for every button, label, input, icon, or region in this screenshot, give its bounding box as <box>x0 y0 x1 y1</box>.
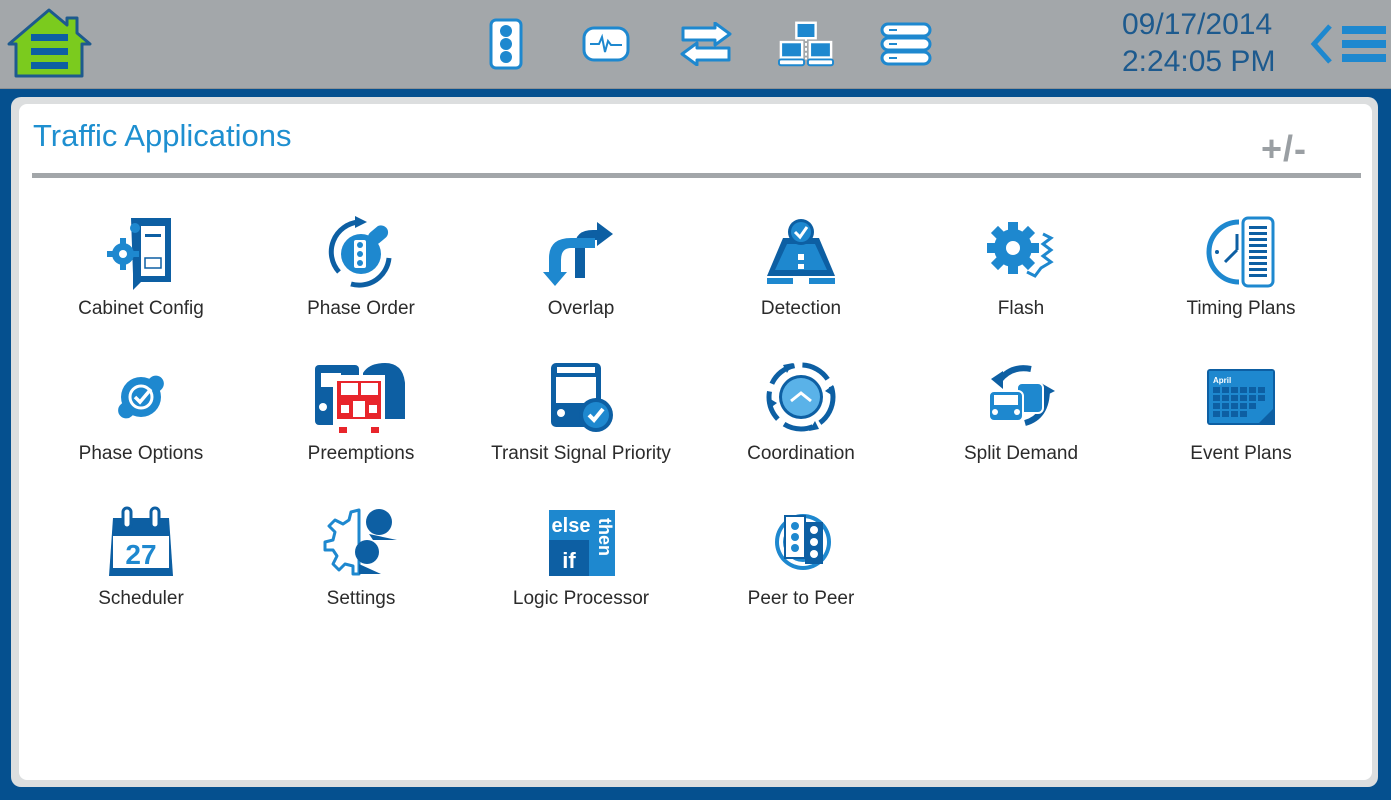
phase-options-icon <box>118 375 164 419</box>
nav-server-button[interactable] <box>878 16 934 72</box>
menu-button[interactable] <box>1342 24 1386 64</box>
network-icon <box>778 21 834 67</box>
app-label: Settings <box>326 588 396 609</box>
app-tile-preemptions[interactable]: Preemptions <box>251 359 471 477</box>
overlap-icon <box>543 222 613 286</box>
app-label: Coordination <box>747 443 855 464</box>
traffic-signal-icon <box>489 18 523 70</box>
settings-icon <box>323 508 397 576</box>
server-stack-icon <box>880 22 932 66</box>
app-tile-phase-order[interactable]: Phase Order <box>251 214 471 332</box>
app-tile-event-plans[interactable]: April Event Plans <box>1131 359 1351 477</box>
app-tile-split-demand[interactable]: Split Demand <box>911 359 1131 477</box>
app-tile-cabinet-config[interactable]: Cabinet Config <box>31 214 251 332</box>
app-tile-timing-plans[interactable]: Timing Plans <box>1131 214 1351 332</box>
preemptions-icon <box>315 363 405 433</box>
panel-title: Traffic Applications <box>33 118 292 153</box>
event-month-text: April <box>1213 376 1231 385</box>
nav-monitor-button[interactable] <box>578 16 634 72</box>
app-label: Preemptions <box>307 443 415 464</box>
app-label: Detection <box>760 298 842 319</box>
nav-signal-button[interactable] <box>478 16 534 72</box>
app-tile-settings[interactable]: Settings <box>251 504 471 622</box>
app-label: Transit Signal Priority <box>491 443 671 464</box>
app-tile-flash[interactable]: Flash <box>911 214 1131 332</box>
peer-to-peer-icon <box>775 514 831 570</box>
app-tile-detection[interactable]: Detection <box>691 214 911 332</box>
logic-else-text: else <box>552 515 591 537</box>
logic-if-text: if <box>562 548 576 573</box>
app-label: Timing Plans <box>1186 298 1296 319</box>
app-tile-logic-processor[interactable]: else if then Logic Processor <box>471 504 691 622</box>
coordination-icon <box>766 362 836 432</box>
app-label: Logic Processor <box>512 588 650 609</box>
chevron-left-icon <box>1310 24 1332 64</box>
traffic-applications-panel: Traffic Applications +/- Cabinet Config <box>19 104 1372 780</box>
scheduler-icon: 27 <box>109 506 173 576</box>
app-label: Overlap <box>547 298 615 319</box>
logic-then-text: then <box>595 518 615 556</box>
cabinet-config-icon <box>107 218 171 290</box>
timing-plans-icon <box>1206 216 1275 288</box>
app-label: Phase Options <box>78 443 204 464</box>
nav-icon-bar <box>478 16 978 72</box>
phase-order-icon <box>328 216 392 288</box>
back-button[interactable] <box>1306 22 1336 66</box>
transit-signal-priority-icon <box>551 363 613 432</box>
app-tile-coordination[interactable]: Coordination <box>691 359 911 477</box>
monitor-waveform-icon <box>582 26 630 62</box>
home-button[interactable] <box>4 6 94 80</box>
app-tile-peer-to-peer[interactable]: Peer to Peer <box>691 504 911 622</box>
app-label: Cabinet Config <box>78 298 204 319</box>
datetime-display: 09/17/2014 2:24:05 PM <box>1122 6 1302 80</box>
app-label: Flash <box>997 298 1045 319</box>
split-demand-icon <box>988 365 1055 426</box>
app-label: Scheduler <box>98 588 184 609</box>
app-label: Split Demand <box>963 443 1079 464</box>
expand-collapse-toggle[interactable]: +/- <box>1261 128 1307 170</box>
app-tile-scheduler[interactable]: 27 Scheduler <box>31 504 251 622</box>
app-label: Event Plans <box>1190 443 1292 464</box>
app-tile-phase-options[interactable]: Phase Options <box>31 359 251 477</box>
transfer-arrows-icon <box>680 22 732 66</box>
flash-icon <box>987 222 1054 278</box>
logic-processor-icon: else if then <box>549 510 615 576</box>
event-plans-icon: April <box>1207 369 1275 425</box>
app-tile-transit-signal-priority[interactable]: Transit Signal Priority <box>471 359 691 477</box>
scheduler-day-text: 27 <box>125 539 156 570</box>
app-tile-overlap[interactable]: Overlap <box>471 214 691 332</box>
time-text: 2:24:05 PM <box>1122 45 1276 78</box>
app-label: Peer to Peer <box>747 588 855 609</box>
title-divider <box>32 173 1361 178</box>
detection-icon <box>767 219 835 284</box>
nav-transfer-button[interactable] <box>678 16 734 72</box>
app-label: Phase Order <box>307 298 415 319</box>
hamburger-menu-icon <box>1342 26 1386 62</box>
nav-network-button[interactable] <box>778 16 834 72</box>
top-bar: 09/17/2014 2:24:05 PM <box>0 0 1391 89</box>
date-text: 09/17/2014 <box>1122 8 1273 41</box>
home-icon <box>7 8 92 78</box>
